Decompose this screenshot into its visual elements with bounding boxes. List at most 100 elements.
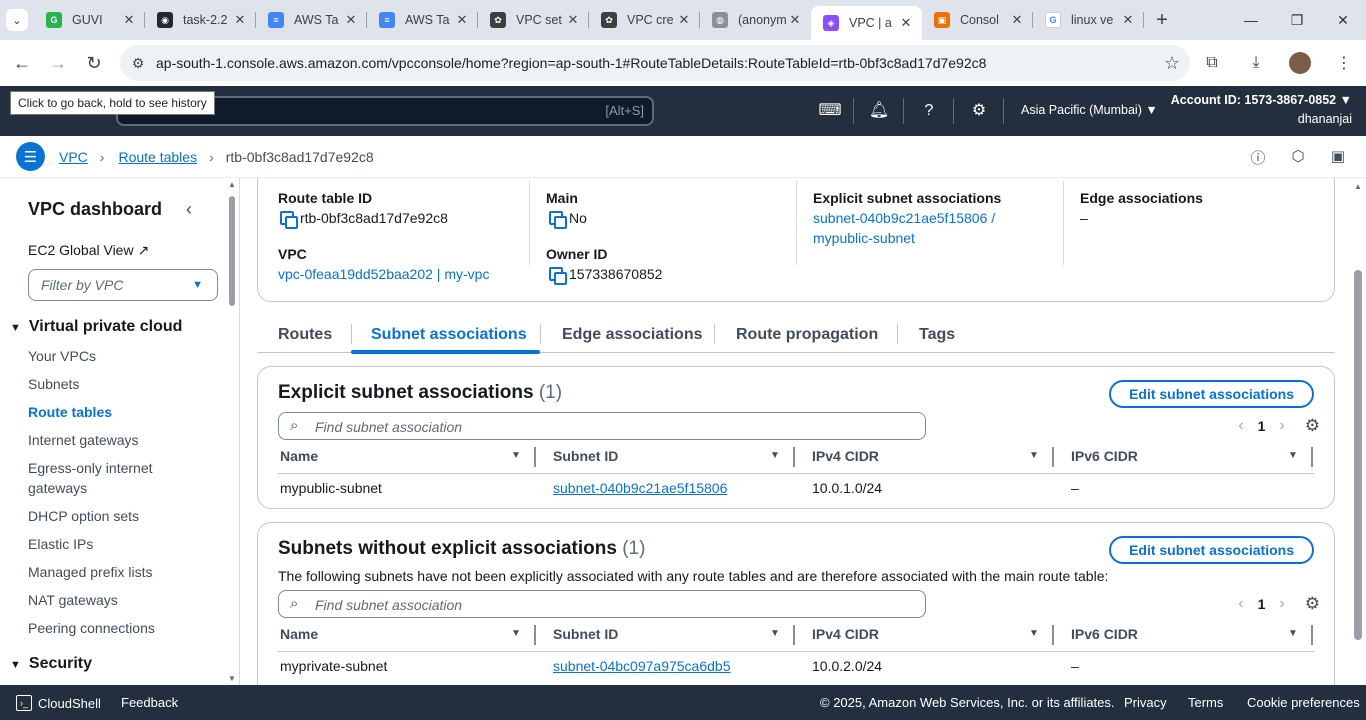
- scrollbar-thumb[interactable]: [1354, 270, 1362, 640]
- column-resizer[interactable]: [1311, 447, 1313, 467]
- bookmark-star-icon[interactable]: ☆: [1154, 53, 1190, 74]
- sidebar-item-route-tables[interactable]: Route tables: [28, 402, 112, 422]
- close-tab-icon[interactable]: ✕: [898, 15, 914, 31]
- close-tab-icon[interactable]: ✕: [787, 12, 803, 28]
- cloudshell-button[interactable]: ›_ CloudShell: [16, 695, 101, 711]
- sort-icon[interactable]: ▼: [770, 628, 780, 639]
- sort-icon[interactable]: ▼: [511, 450, 521, 461]
- scroll-up-icon[interactable]: ▲: [228, 180, 236, 189]
- sidebar-item-egress-only-gateways[interactable]: Egress-only internet gateways: [28, 458, 168, 498]
- close-tab-icon[interactable]: ✕: [343, 12, 359, 28]
- back-button[interactable]: ←: [4, 45, 40, 81]
- sidebar-item-dhcp-option-sets[interactable]: DHCP option sets: [28, 506, 139, 526]
- sort-icon[interactable]: ▼: [1288, 450, 1298, 461]
- gear-icon[interactable]: ⚙: [967, 99, 991, 123]
- column-header-subnet-id[interactable]: Subnet ID: [553, 448, 618, 464]
- help-icon[interactable]: ?: [917, 99, 941, 123]
- close-tab-icon[interactable]: ✕: [454, 12, 470, 28]
- scroll-up-icon[interactable]: ▲: [1354, 182, 1362, 191]
- copy-icon[interactable]: [280, 211, 298, 229]
- sort-icon[interactable]: ▼: [1029, 450, 1039, 461]
- browser-tab[interactable]: ≡ AWS Ta ✕: [256, 0, 367, 40]
- previous-page-icon[interactable]: ‹: [1238, 417, 1243, 435]
- sidebar-item-your-vpcs[interactable]: Your VPCs: [28, 346, 96, 366]
- reload-button[interactable]: ↻: [76, 45, 112, 81]
- column-header-name[interactable]: Name: [280, 626, 318, 642]
- row-subnet-id-link[interactable]: subnet-04bc097a975ca6db5: [553, 658, 731, 674]
- tab-edge-associations[interactable]: Edge associations: [562, 326, 703, 344]
- terms-link[interactable]: Terms: [1188, 695, 1223, 710]
- column-header-name[interactable]: Name: [280, 448, 318, 464]
- page-number[interactable]: 1: [1258, 418, 1266, 434]
- section-security[interactable]: ▼ Security: [10, 655, 92, 673]
- sidebar-item-elastic-ips[interactable]: Elastic IPs: [28, 534, 93, 554]
- preferences-icon[interactable]: ⬡: [1288, 147, 1308, 167]
- browser-tab[interactable]: ✿ VPC set ✕: [478, 0, 589, 40]
- sidebar-title[interactable]: VPC dashboard: [28, 199, 162, 220]
- sidebar-scrollbar[interactable]: ▲ ▼: [228, 180, 236, 683]
- browser-tab[interactable]: ◍ (anonym ✕: [700, 0, 811, 40]
- column-header-ipv4-cidr[interactable]: IPv4 CIDR: [812, 626, 879, 642]
- url-text[interactable]: ap-south-1.console.aws.amazon.com/vpccon…: [156, 55, 1154, 71]
- region-selector[interactable]: Asia Pacific (Mumbai) ▼: [1021, 103, 1158, 117]
- privacy-link[interactable]: Privacy: [1124, 695, 1167, 710]
- column-resizer[interactable]: [534, 625, 536, 645]
- kebab-menu-icon[interactable]: ⋮: [1322, 53, 1366, 73]
- forward-button[interactable]: →: [40, 45, 76, 81]
- cookie-preferences-link[interactable]: Cookie preferences: [1247, 695, 1360, 710]
- edit-subnet-associations-button[interactable]: Edit subnet associations: [1109, 380, 1314, 408]
- browser-tab[interactable]: Glinux ve ✕: [1033, 0, 1144, 40]
- explicit-subnet-link[interactable]: subnet-040b9c21ae5f15806 /: [813, 210, 995, 226]
- sort-icon[interactable]: ▼: [770, 450, 780, 461]
- info-icon[interactable]: ⓘ: [1248, 147, 1268, 167]
- table-preferences-gear-icon[interactable]: ⚙: [1305, 416, 1320, 436]
- column-resizer[interactable]: [1052, 447, 1054, 467]
- hamburger-menu-icon[interactable]: ☰: [16, 142, 45, 171]
- new-tab-button[interactable]: +: [1144, 9, 1180, 32]
- tab-route-propagation[interactable]: Route propagation: [736, 326, 878, 344]
- browser-tab[interactable]: G GUVI ✕: [34, 0, 145, 40]
- close-window-icon[interactable]: ✕: [1320, 0, 1366, 40]
- breadcrumb-vpc[interactable]: VPC: [59, 149, 88, 165]
- column-header-subnet-id[interactable]: Subnet ID: [553, 626, 618, 642]
- tab-routes[interactable]: Routes: [278, 326, 332, 344]
- downloads-icon[interactable]: ⤓: [1234, 54, 1278, 72]
- ec2-global-view-link[interactable]: EC2 Global View ↗: [28, 242, 149, 259]
- minimize-icon[interactable]: —: [1228, 0, 1274, 40]
- tab-subnet-associations[interactable]: Subnet associations: [371, 326, 527, 344]
- column-header-ipv4-cidr[interactable]: IPv4 CIDR: [812, 448, 879, 464]
- section-virtual-private-cloud[interactable]: ▼ Virtual private cloud: [10, 318, 182, 336]
- feedback-link[interactable]: Feedback: [121, 695, 178, 710]
- explicit-subnet-name-link[interactable]: mypublic-subnet: [813, 230, 915, 246]
- cloudshell-icon[interactable]: ⌨: [818, 99, 842, 123]
- column-resizer[interactable]: [793, 625, 795, 645]
- bell-icon[interactable]: 🔔︎: [867, 99, 891, 123]
- next-page-icon[interactable]: ›: [1279, 595, 1284, 613]
- column-resizer[interactable]: [534, 447, 536, 467]
- scroll-down-icon[interactable]: ▼: [228, 674, 236, 683]
- sidebar-item-subnets[interactable]: Subnets: [28, 374, 79, 394]
- find-subnet-association-input[interactable]: ⌕ Find subnet association: [278, 590, 926, 618]
- close-tab-icon[interactable]: ✕: [232, 12, 248, 28]
- sidebar-item-managed-prefix-lists[interactable]: Managed prefix lists: [28, 562, 153, 582]
- copy-icon[interactable]: [549, 267, 567, 285]
- account-menu[interactable]: Account ID: 1573-3867-0852 ▼: [1171, 93, 1352, 107]
- extensions-icon[interactable]: ⧉: [1190, 54, 1234, 72]
- vpc-link[interactable]: vpc-0feaa19dd52baa202 | my-vpc: [278, 266, 489, 282]
- breadcrumb-route-tables[interactable]: Route tables: [118, 149, 197, 165]
- sidebar-item-nat-gateways[interactable]: NAT gateways: [28, 590, 118, 610]
- sort-icon[interactable]: ▼: [1029, 628, 1039, 639]
- row-subnet-id-link[interactable]: subnet-040b9c21ae5f15806: [553, 480, 727, 496]
- column-header-ipv6-cidr[interactable]: IPv6 CIDR: [1071, 626, 1138, 642]
- page-number[interactable]: 1: [1258, 596, 1266, 612]
- next-page-icon[interactable]: ›: [1279, 417, 1284, 435]
- main-scrollbar[interactable]: ▲: [1350, 178, 1366, 685]
- restore-icon[interactable]: ❐: [1274, 0, 1320, 40]
- address-bar[interactable]: ⚙ ap-south-1.console.aws.amazon.com/vpcc…: [120, 45, 1190, 81]
- vpc-filter-select[interactable]: Filter by VPC ▼: [28, 269, 218, 301]
- column-resizer[interactable]: [1052, 625, 1054, 645]
- close-tab-icon[interactable]: ✕: [676, 12, 692, 28]
- column-resizer[interactable]: [1311, 625, 1313, 645]
- profile-avatar[interactable]: [1289, 52, 1311, 74]
- find-subnet-association-input[interactable]: ⌕ Find subnet association: [278, 412, 926, 440]
